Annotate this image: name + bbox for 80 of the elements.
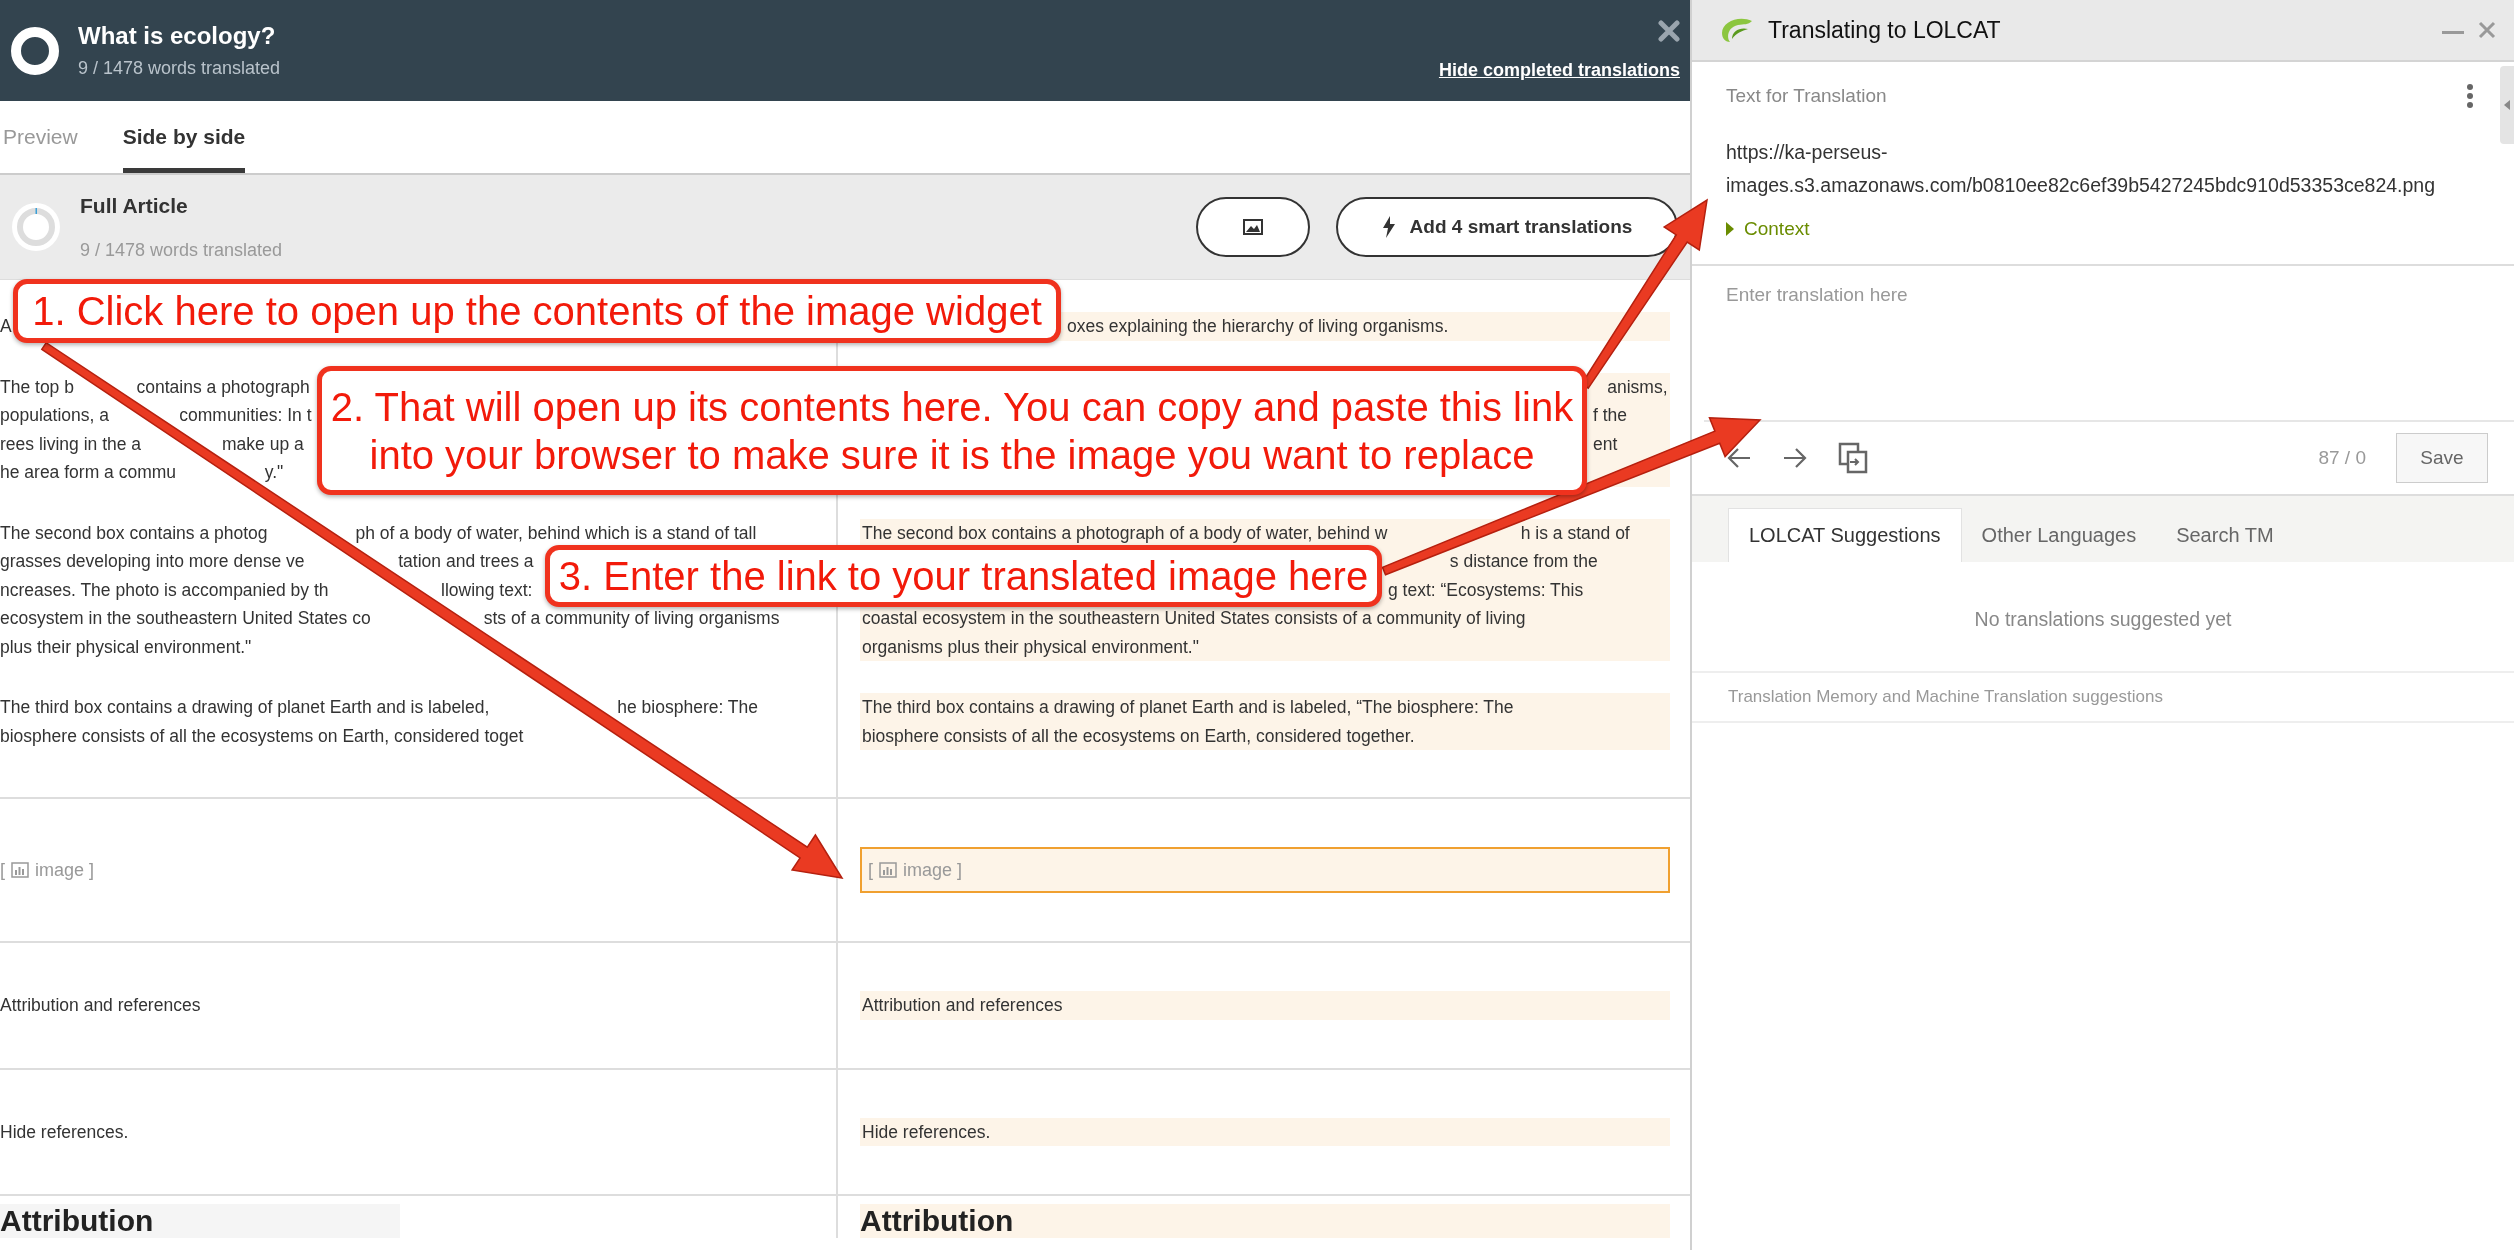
context-toggle[interactable]: Context [1744,218,1810,240]
source-text: https://ka-perseus-images.s3.amazonaws.com/b0810ee82c6ef39b5427245bdc910d53353ce824.png [1726,140,2437,198]
text-fragment: he biosphere: The [617,696,758,719]
suggestion-tab[interactable]: LOLCAT Suggestions [1728,508,1962,562]
text-fragment: The top b [0,375,74,399]
text-fragment: grasses developing into more dense ve [0,550,305,573]
annotation-tooltip: 1. Click here to open up the contents of the image widget [13,279,1061,343]
ring-icon [10,25,60,76]
kebab-menu-icon[interactable] [2466,84,2474,108]
text-line: g text: “Ecosystems: This [1388,578,1584,602]
smart-translations-button[interactable]: Add 4 smart translations [1336,197,1678,257]
text-fragment: y." [264,461,284,484]
text-line: A [0,315,12,338]
section-label: Text for Translation [1726,85,1887,107]
placeholder-text: image ] [35,859,95,881]
caret-icon [2504,100,2510,110]
text-fragment: ph of a body of water, behind which is a stand of tall [355,521,757,545]
placeholder-text: [ [0,859,5,881]
text-fragment: communities: In t [179,404,312,427]
translation-block[interactable]: Hide references. [860,1117,1670,1146]
text-line: organisms plus their physical environment." [862,635,1199,659]
right-arrow-icon[interactable] [1782,447,1808,469]
character-counter: 87 / 0 [2318,447,2366,469]
text-fragment: he area form a commu [0,461,177,484]
text-line: biosphere consists of all the ecosystems on Earth, considered together. [862,724,1415,748]
text-fragment: rees living in the a [0,432,142,456]
placeholder-text: [ [868,859,873,881]
translation-block[interactable]: Attribution and references [860,991,1670,1020]
collapse-handle[interactable] [2500,66,2514,144]
text-fragment: ncreases. The photo is accompanied by th [0,578,329,602]
annotation-tooltip: 2. That will open up its contents here. You can copy and paste this link into your browser to make sure it is the image you want to replace [317,366,1587,495]
placeholder-text: image ] [903,859,963,881]
bar-chart-icon [879,862,897,878]
text-line: f the [1593,404,1628,427]
translation-block[interactable]: The third box contains a drawing of planet Earth and is labeled, “The biosphere: The biosphere consists of all the ecosystems on Earth, considered together. [860,693,1670,750]
progress-text: 9 / 1478 words translated [78,58,282,79]
text-line: coastal ecosystem in the southeastern United States consists of a community of living [862,607,1526,630]
text-line: biosphere consists of all the ecosystems on Earth, considered toget [0,724,524,748]
text-fragment: h is a stand of [1520,521,1630,545]
progress-text: 9 / 1478 words translated [80,239,284,261]
suggestion-tab[interactable]: Search TM [2156,508,2294,562]
footer-note: Translation Memory and Machine Translation suggestions [1692,673,2514,723]
suggestion-tab[interactable]: Other Languages [1961,508,2157,562]
image-icon [1243,219,1263,235]
bolt-icon [1381,216,1396,238]
caret-icon[interactable] [1726,222,1734,236]
empty-message: No translations suggested yet [1692,562,2514,673]
text-fragment: make up a [222,432,304,456]
bar-chart-icon [11,862,29,878]
text-fragment: ecosystem in the southeastern United States co [0,607,371,630]
text-line: oxes explaining the hierarchy of living organisms. [1067,315,1449,338]
article-title: What is ecology? [78,22,277,50]
text-line: plus their physical environment." [0,635,252,659]
article-heading: Full Article [80,193,189,218]
section-heading: Attribution [0,1204,400,1238]
text-fragment: contains a photograph [136,375,310,399]
text-fragment: The second box contains a photograph of a body of water, behind w [862,521,1388,545]
image-button[interactable] [1196,197,1310,257]
text-fragment: populations, a [0,404,109,427]
save-button[interactable]: Save [2396,433,2488,483]
text-fragment: The second box contains a photog [0,521,268,545]
text-line: Attribution and references [0,994,201,1017]
text-line: anisms, [1607,375,1668,399]
text-fragment: The third box contains a drawing of planet Earth and is labeled, [0,696,490,719]
close-icon[interactable] [1658,20,1680,42]
left-arrow-icon[interactable] [1726,447,1752,469]
copy-icon[interactable] [1838,442,1868,474]
section-heading[interactable]: Attribution [860,1204,1670,1238]
text-line: The third box contains a drawing of planet Earth and is labeled, “The biosphere: The [862,696,1514,719]
text-line: s distance from the [1449,550,1598,573]
text-line: Attribution and references [862,994,1063,1017]
hide-completed-link[interactable]: Hide completed translations [1438,60,1680,81]
annotation-tooltip: 3. Enter the link to your translated image here [545,545,1382,607]
text-line: Hide references. [862,1120,991,1144]
text-line: Hide references. [0,1120,129,1144]
panel-title: Translating to LOLCAT [1768,16,2002,44]
text-fragment: sts of a community of living organisms [483,607,780,630]
text-fragment: llowing text: [441,578,533,602]
text-line: ent [1593,432,1618,456]
text-fragment: tation and trees a [398,550,534,573]
